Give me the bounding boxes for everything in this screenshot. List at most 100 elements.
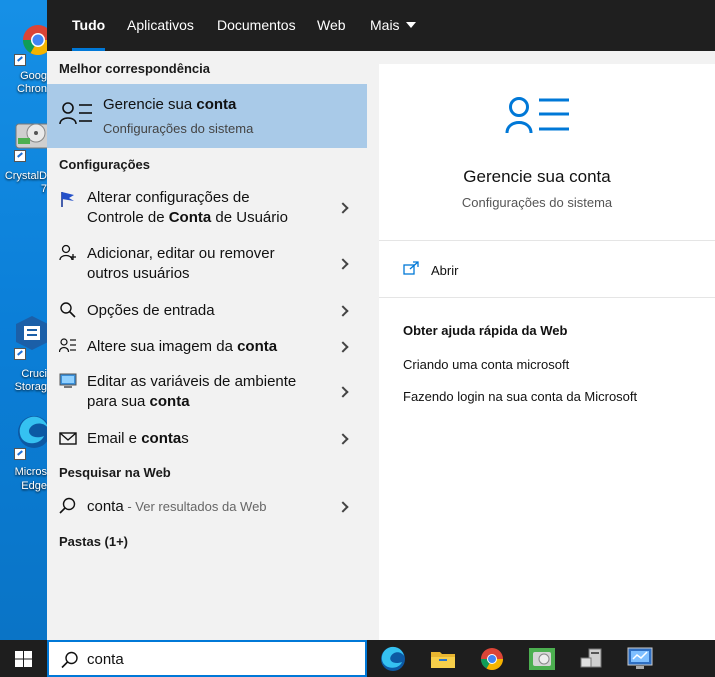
setting-item-line: Controle de [87, 209, 169, 226]
desktop-icon-crucial[interactable]: Cruci Storag [0, 314, 47, 400]
desktop-icon-label: Edge [21, 480, 47, 492]
system-monitor-icon [59, 373, 77, 388]
setting-item-line: s [181, 430, 189, 447]
system-tool-icon[interactable] [579, 646, 605, 672]
setting-item-label: Adicionar, editar ou remover outros usuá… [87, 244, 275, 284]
tab-more[interactable]: Mais [370, 0, 416, 51]
setting-item-email-accounts[interactable]: Email e contas [47, 425, 367, 455]
edge-icon[interactable] [380, 646, 406, 672]
help-link-sign-in[interactable]: Fazendo login na sua conta da Microsoft [403, 389, 637, 404]
chevron-down-icon [405, 22, 416, 28]
help-link-create-account[interactable]: Criando uma conta microsoft [403, 357, 569, 372]
preview-pane: Gerencie sua conta Configurações do sist… [379, 64, 715, 640]
setting-item-line: para sua [87, 393, 150, 410]
setting-item-line: outros usuários [87, 265, 190, 282]
taskbar-search-box[interactable] [47, 640, 367, 677]
tab-web[interactable]: Web [317, 0, 346, 51]
desktop-icon-crystaldisk[interactable]: CrystalD 7 [0, 116, 47, 202]
desktop-icon-label: Micros [14, 466, 47, 478]
tab-documents[interactable]: Documentos [217, 0, 296, 51]
crystaldisk-icon[interactable] [529, 646, 555, 672]
web-search-item[interactable]: conta - Ver resultados da Web [47, 491, 367, 521]
search-input[interactable] [87, 649, 347, 669]
best-match-title: Gerencie sua conta [103, 96, 236, 113]
setting-item-uac[interactable]: Alterar configurações de Controle de Con… [47, 185, 367, 235]
setting-item-label: Opções de entrada [87, 302, 215, 319]
flag-icon [61, 192, 74, 207]
best-match-item[interactable]: Gerencie sua conta Configurações do sist… [47, 84, 367, 148]
search-panel: Tudo Aplicativos Documentos Web Mais Mel… [47, 0, 715, 640]
web-search-label: conta - Ver resultados da Web [87, 497, 267, 517]
crystaldisk-icon [15, 123, 47, 149]
setting-item-env-variables[interactable]: Editar as variáveis de ambiente para sua… [47, 369, 367, 419]
chrome-icon [22, 25, 47, 55]
crucial-storage-icon [16, 316, 47, 350]
preview-header: Gerencie sua conta Configurações do sist… [379, 64, 715, 241]
setting-item-highlight: conta [237, 338, 278, 355]
chevron-right-icon [337, 501, 349, 513]
setting-item-line: Email e [87, 430, 142, 447]
file-explorer-icon[interactable] [430, 646, 456, 672]
chevron-right-icon [337, 305, 349, 317]
setting-item-highlight: Conta [168, 209, 212, 226]
preview-subtitle: Configurações do sistema [461, 195, 613, 210]
setting-item-line: Altere sua imagem da [87, 338, 238, 355]
best-match-title-highlight: conta [196, 96, 237, 113]
setting-item-line: Editar as variáveis de ambiente [87, 373, 297, 390]
setting-item-line: Adicionar, editar ou remover [87, 245, 275, 262]
chevron-right-icon [337, 341, 349, 353]
quick-help-header: Obter ajuda rápida da Web [403, 323, 568, 338]
desktop-icon-chrome[interactable]: Goog Chron [0, 20, 47, 100]
best-match-subtitle: Configurações do sistema [103, 121, 254, 136]
open-action[interactable]: Abrir [379, 241, 715, 298]
desktop-icon-label: Cruci [21, 368, 47, 380]
account-icon [505, 97, 569, 134]
desktop: Goog Chron CrystalD 7 Cruci Storag Micro… [0, 0, 47, 640]
desktop-icon-label: CrystalD [4, 170, 47, 182]
setting-item-account-picture[interactable]: Altere sua imagem da conta [47, 333, 367, 363]
shortcut-arrow-icon [14, 150, 26, 162]
web-search-header: Pesquisar na Web [59, 465, 171, 480]
setting-item-label: Email e contas [87, 429, 189, 449]
best-match-header: Melhor correspondência [59, 61, 210, 76]
desktop-icon-edge[interactable]: Micros Edge [0, 414, 47, 500]
setting-item-other-users[interactable]: Adicionar, editar ou remover outros usuá… [47, 241, 367, 291]
tab-all[interactable]: Tudo [72, 0, 106, 51]
chevron-right-icon [337, 433, 349, 445]
setting-item-highlight: conta [149, 393, 190, 410]
desktop-icon-label: Storag [14, 381, 47, 393]
web-search-suffix: - Ver resultados da Web [123, 499, 267, 514]
monitor-tool-icon[interactable] [627, 646, 653, 672]
shortcut-arrow-icon [14, 448, 26, 460]
taskbar [0, 640, 715, 677]
settings-header: Configurações [59, 157, 151, 172]
edge-icon [18, 416, 47, 448]
search-icon [61, 651, 78, 669]
chevron-right-icon [337, 258, 349, 270]
folders-header[interactable]: Pastas (1+) [59, 534, 128, 549]
account-icon [59, 338, 76, 353]
chrome-icon[interactable] [479, 646, 505, 672]
setting-item-label: Alterar configurações de Controle de Con… [87, 188, 288, 228]
open-label: Abrir [431, 263, 459, 278]
results-list: Melhor correspondência Gerencie sua cont… [47, 51, 367, 640]
search-icon [59, 497, 76, 514]
preview-title: Gerencie sua conta [463, 167, 611, 186]
windows-logo-icon [15, 651, 32, 667]
web-search-query: conta [87, 498, 124, 515]
setting-item-label: Altere sua imagem da conta [87, 337, 277, 357]
tab-more-label: Mais [370, 17, 400, 33]
shortcut-arrow-icon [14, 348, 26, 360]
key-icon [60, 302, 76, 318]
setting-item-sign-in-options[interactable]: Opções de entrada [47, 297, 367, 327]
shortcut-arrow-icon [14, 54, 26, 66]
setting-item-highlight: conta [141, 430, 182, 447]
mail-icon [59, 432, 77, 445]
chevron-right-icon [337, 202, 349, 214]
best-match-title-text: Gerencie sua [103, 96, 197, 113]
tab-apps[interactable]: Aplicativos [127, 0, 194, 51]
chevron-right-icon [337, 386, 349, 398]
start-button[interactable] [0, 640, 47, 677]
add-user-icon [59, 244, 76, 261]
desktop-icon-label: Chron [17, 83, 47, 95]
